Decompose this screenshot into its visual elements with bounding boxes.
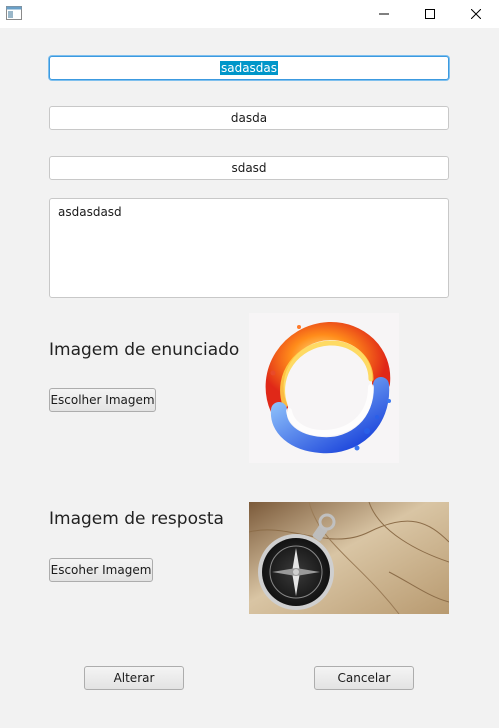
fire-water-ring-image	[249, 313, 399, 463]
compass-on-map-image	[249, 502, 449, 614]
close-icon	[471, 9, 481, 19]
maximize-button[interactable]	[407, 0, 453, 28]
choose-enunciado-image-button[interactable]: Escolher Imagem	[49, 388, 156, 412]
minimize-icon	[379, 13, 389, 15]
choose-resposta-image-button[interactable]: Escoher Imagem	[49, 558, 153, 582]
field-3-value: sdasd	[231, 161, 267, 175]
question-field-2[interactable]: dasda	[49, 106, 449, 130]
title-bar	[0, 0, 499, 28]
cancelar-button[interactable]: Cancelar	[314, 666, 414, 690]
description-textarea[interactable]: asdasdasd	[49, 198, 449, 298]
close-button[interactable]	[453, 0, 499, 28]
textarea-value: asdasdasd	[58, 205, 122, 219]
selected-text: sadasdas	[219, 61, 279, 75]
resposta-image-label: Imagem de resposta	[49, 509, 224, 529]
field-2-value: dasda	[230, 111, 268, 125]
maximize-icon	[425, 9, 435, 19]
enunciado-image-label: Imagem de enunciado	[49, 340, 240, 360]
alterar-button[interactable]: Alterar	[84, 666, 184, 690]
question-field-1[interactable]: sadasdas	[49, 56, 449, 80]
app-window-icon	[6, 6, 22, 20]
question-field-3[interactable]: sdasd	[49, 156, 449, 180]
minimize-button[interactable]	[361, 0, 407, 28]
